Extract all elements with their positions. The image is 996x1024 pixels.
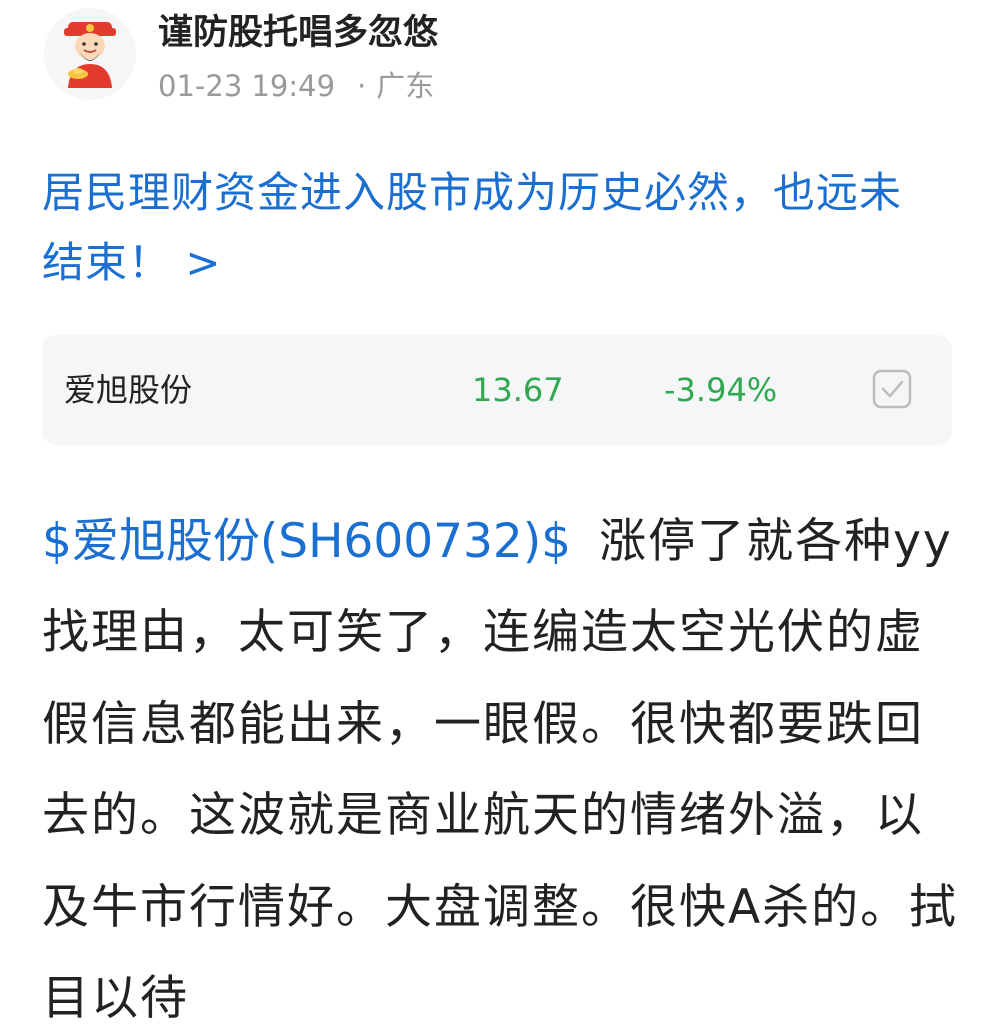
post-title-link[interactable]: 居民理财资金进入股市成为历史必然，也远未结束！ > [42, 158, 942, 298]
author-name[interactable]: 谨防股托唱多忽悠 [158, 12, 438, 54]
stock-price: 13.67 [472, 371, 564, 409]
post-meta: 01-23 19:49 · 广东 [158, 68, 434, 104]
post-location: 广东 [376, 69, 435, 103]
checkbox-icon[interactable] [872, 369, 912, 409]
god-of-wealth-icon [44, 8, 136, 100]
stock-card[interactable]: 爱旭股份 13.67 -3.94% [42, 335, 952, 445]
stock-name: 爱旭股份 [64, 371, 193, 409]
stock-mention-link[interactable]: $爱旭股份(SH600732)$ [42, 514, 571, 569]
stock-change: -3.94% [664, 371, 778, 409]
post-body: $爱旭股份(SH600732)$ 涨停了就各种yy找理由，太可笑了，连编造太空光伏… [42, 496, 962, 1024]
meta-separator: · [357, 69, 367, 103]
post-body-text: 涨停了就各种yy找理由，太可笑了，连编造太空光伏的虚假信息都能出来，一眼假。很快… [42, 514, 959, 1024]
user-avatar[interactable] [44, 8, 136, 100]
post-time: 01-23 19:49 [158, 69, 336, 103]
post-page: 谨防股托唱多忽悠 01-23 19:49 · 广东 居民理财资金进入股市成为历史必然… [0, 0, 996, 1024]
